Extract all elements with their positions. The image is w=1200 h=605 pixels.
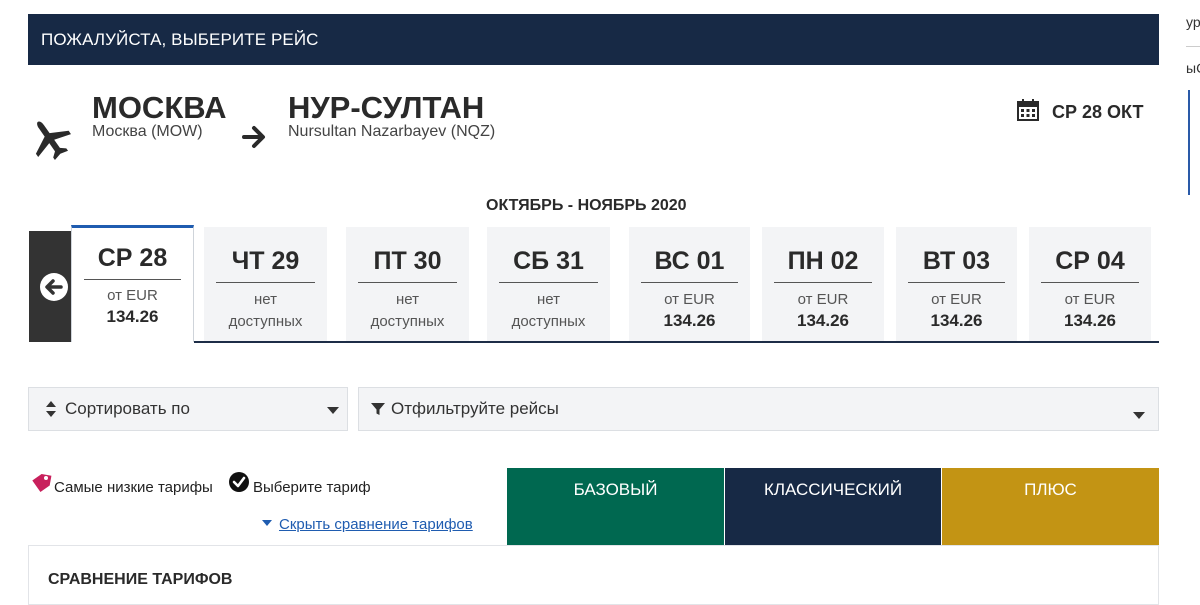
arrow-right-icon xyxy=(242,126,265,148)
date-tab-label: ЧТ 29 xyxy=(216,247,315,283)
origin-city: МОСКВА xyxy=(92,90,227,125)
date-tab[interactable]: ПТ 30 нет доступных xyxy=(346,227,469,341)
filter-icon xyxy=(371,403,385,415)
date-tab-from: от EUR xyxy=(1064,291,1116,308)
date-tab[interactable]: СР 04 от EUR 134.26 xyxy=(1029,227,1151,341)
destination-airport: Nursultan Nazarbayev (NQZ) xyxy=(288,123,496,140)
fare-header-basic[interactable]: БАЗОВЫЙ xyxy=(507,468,724,545)
legend-lowest-fares: Самые низкие тарифы xyxy=(54,479,213,496)
sort-dropdown[interactable]: Сортировать по xyxy=(28,387,348,431)
date-tab-label: СБ 31 xyxy=(499,247,598,283)
date-tab-from: от EUR xyxy=(107,287,158,304)
date-tab-active[interactable]: СР 28 от EUR 134.26 xyxy=(71,225,194,342)
chevron-down-icon xyxy=(327,407,339,414)
comparison-title: СРАВНЕНИЕ ТАРИФОВ xyxy=(48,571,233,588)
edge-text-top: ур xyxy=(1186,14,1200,30)
date-tab[interactable]: СБ 31 нет доступных xyxy=(487,227,610,341)
date-tab[interactable]: ВТ 03 от EUR 134.26 xyxy=(896,227,1017,341)
date-tab[interactable]: ЧТ 29 нет доступных xyxy=(204,227,327,341)
destination-city: НУР-СУЛТАН xyxy=(288,90,485,125)
date-tab-label: СР 04 xyxy=(1041,247,1139,283)
edge-divider xyxy=(1186,46,1200,47)
filter-label: Отфильтруйте рейсы xyxy=(391,399,559,418)
origin-airport: Москва (MOW) xyxy=(92,123,203,140)
calendar-icon[interactable] xyxy=(1016,98,1040,122)
date-tab-from: от EUR xyxy=(664,291,715,308)
date-tab-label: ПТ 30 xyxy=(358,247,457,283)
sort-label: Сортировать по xyxy=(65,399,190,418)
fare-label: БАЗОВЫЙ xyxy=(573,480,658,499)
month-label: ОКТЯБРЬ - НОЯБРЬ 2020 xyxy=(486,197,687,214)
check-circle-icon xyxy=(229,472,249,492)
edge-panel xyxy=(1188,90,1200,195)
filter-dropdown[interactable]: Отфильтруйте рейсы xyxy=(358,387,1159,431)
date-tab-price: 134.26 xyxy=(797,311,849,330)
plane-icon xyxy=(35,121,71,160)
date-tab-status: доступных xyxy=(511,313,586,330)
date-tab-price: 134.26 xyxy=(1064,311,1116,330)
hide-comparison-link[interactable]: Скрыть сравнение тарифов xyxy=(279,516,473,533)
date-tab-label: ВТ 03 xyxy=(908,247,1005,283)
chevron-down-icon xyxy=(1133,412,1145,419)
date-tab-from: от EUR xyxy=(931,291,982,308)
date-tab-from: от EUR xyxy=(797,291,849,308)
page-title: ПОЖАЛУЙСТА, ВЫБЕРИТЕ РЕЙС xyxy=(41,29,319,49)
page-header: ПОЖАЛУЙСТА, ВЫБЕРИТЕ РЕЙС xyxy=(28,14,1159,65)
date-tab-label: ВС 01 xyxy=(641,247,738,283)
date-tab-label: СР 28 xyxy=(84,244,181,280)
sort-icon xyxy=(46,401,56,417)
date-tab-status: доступных xyxy=(228,313,303,330)
date-tab-price: 134.26 xyxy=(106,307,159,326)
date-strip-underline xyxy=(194,341,1159,343)
date-tab-label: ПН 02 xyxy=(774,247,872,283)
date-tab[interactable]: ПН 02 от EUR 134.26 xyxy=(762,227,884,341)
legend-choose-fare: Выберите тариф xyxy=(253,479,371,496)
date-tab-price: 134.26 xyxy=(930,311,983,330)
arrow-left-circle-icon xyxy=(40,272,68,301)
date-tab-status: доступных xyxy=(370,313,445,330)
date-tab-status: нет xyxy=(537,291,560,308)
date-tab-status: нет xyxy=(396,291,419,308)
fare-header-plus[interactable]: ПЛЮС xyxy=(942,468,1159,545)
date-tab-price: 134.26 xyxy=(663,311,716,330)
tag-icon xyxy=(32,473,52,493)
fare-label: ПЛЮС xyxy=(1024,480,1077,499)
date-tab[interactable]: ВС 01 от EUR 134.26 xyxy=(629,227,750,341)
fare-header-classic[interactable]: КЛАССИЧЕСКИЙ xyxy=(725,468,941,545)
caret-down-icon xyxy=(262,520,272,526)
edge-text-mid: ыС xyxy=(1186,60,1200,76)
selected-date[interactable]: СР 28 ОКТ xyxy=(1052,102,1143,123)
fare-label: КЛАССИЧЕСКИЙ xyxy=(763,480,903,499)
date-tab-status: нет xyxy=(254,291,277,308)
